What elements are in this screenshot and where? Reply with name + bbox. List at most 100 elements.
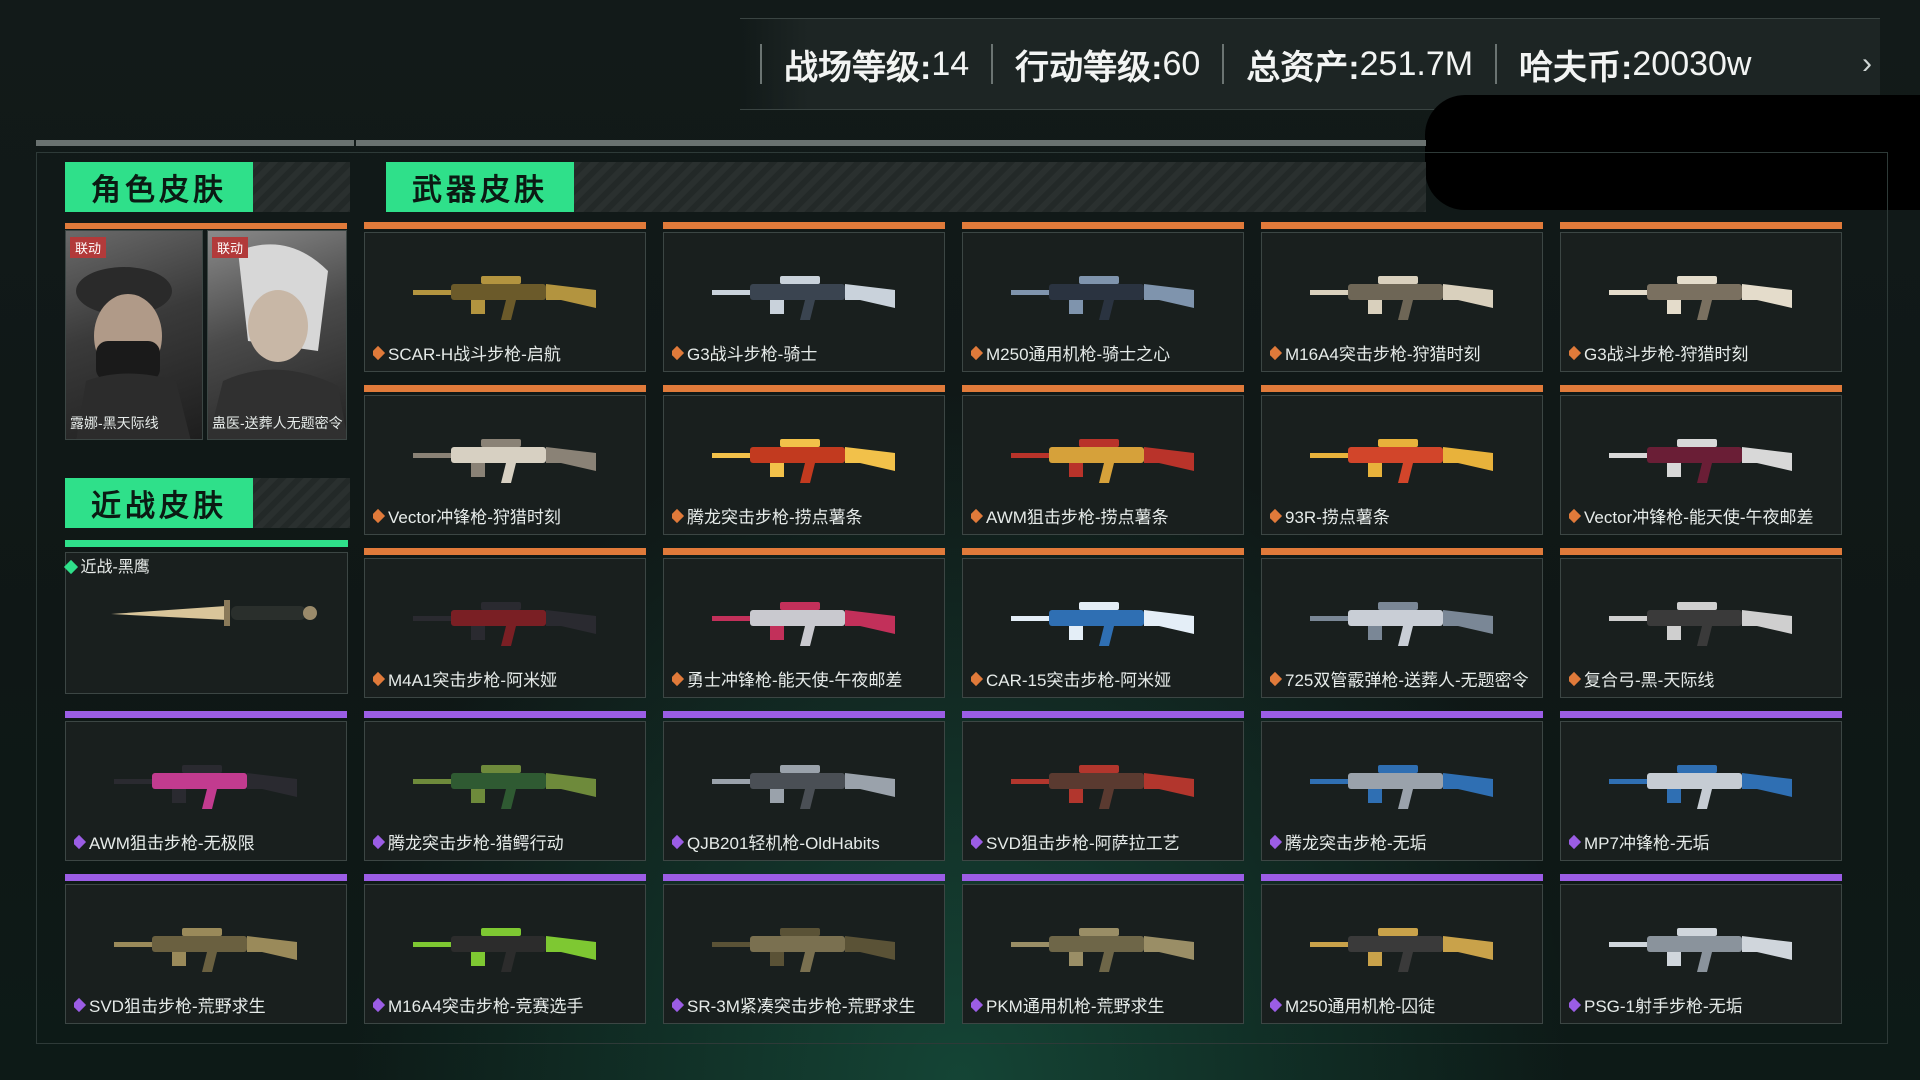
item-name: QJB201轻机枪-OldHabits bbox=[687, 834, 880, 853]
rarity-stripe bbox=[1261, 874, 1543, 881]
item-name: M250通用机枪-囚徒 bbox=[1285, 997, 1436, 1016]
stat-operation-level: 行动等级: 60 bbox=[991, 44, 1222, 87]
rarity-stripe bbox=[663, 222, 945, 229]
weapon-card[interactable]: M4A1突击步枪-阿米娅 bbox=[364, 558, 646, 698]
weapon-card[interactable]: QJB201轻机枪-OldHabits bbox=[663, 721, 945, 861]
item-name: 93R-捞点薯条 bbox=[1285, 508, 1390, 527]
item-name: M16A4突击步枪-狩猎时刻 bbox=[1285, 345, 1481, 364]
rarity-diamond-icon bbox=[971, 671, 984, 686]
weapon-image bbox=[1609, 928, 1792, 972]
weapon-image bbox=[1011, 276, 1194, 320]
weapon-card[interactable]: PKM通用机枪-荒野求生 bbox=[962, 884, 1244, 1024]
rarity-stripe bbox=[364, 711, 646, 718]
rarity-diamond-icon bbox=[1270, 345, 1283, 360]
weapon-image bbox=[1609, 602, 1792, 646]
character-card[interactable]: 联动 蛊医-送葬人无题密令 bbox=[207, 230, 347, 440]
weapon-card[interactable]: M16A4突击步枪-竞赛选手 bbox=[364, 884, 646, 1024]
rarity-diamond-icon bbox=[1270, 671, 1283, 686]
knife-image bbox=[111, 600, 317, 626]
melee-card[interactable]: 近战-黑鹰 bbox=[63, 552, 348, 694]
rarity-stripe bbox=[65, 711, 347, 718]
weapon-card[interactable]: M250通用机枪-骑士之心 bbox=[962, 232, 1244, 372]
weapon-image bbox=[712, 276, 895, 320]
rarity-diamond-icon bbox=[1270, 508, 1283, 523]
weapon-image bbox=[712, 928, 895, 972]
item-name: 勇士冲锋枪-能天使-午夜邮差 bbox=[687, 671, 903, 690]
rarity-diamond-icon bbox=[74, 834, 87, 849]
rarity-diamond-icon bbox=[373, 834, 386, 849]
weapon-image bbox=[1609, 439, 1792, 483]
weapon-card[interactable]: M16A4突击步枪-狩猎时刻 bbox=[1261, 232, 1543, 372]
rarity-diamond-icon bbox=[672, 834, 685, 849]
weapon-image bbox=[1310, 276, 1493, 320]
item-name: 近战-黑鹰 bbox=[80, 559, 150, 576]
weapon-card[interactable]: SVD狙击步枪-阿萨拉工艺 bbox=[962, 721, 1244, 861]
weapon-card[interactable]: 腾龙突击步枪-捞点薯条 bbox=[663, 395, 945, 535]
rarity-diamond-icon bbox=[672, 671, 685, 686]
item-name: 725双管霰弹枪-送葬人-无题密令 bbox=[1285, 671, 1529, 690]
item-name: 复合弓-黑-天际线 bbox=[1584, 671, 1715, 690]
weapon-card[interactable]: 腾龙突击步枪-猎鳄行动 bbox=[364, 721, 646, 861]
chevron-right-icon[interactable]: › bbox=[1862, 47, 1872, 81]
character-card[interactable]: 联动 露娜-黑天际线 bbox=[65, 230, 203, 440]
weapon-card[interactable]: AWM狙击步枪-捞点薯条 bbox=[962, 395, 1244, 535]
character-portrait bbox=[76, 267, 191, 439]
item-name: AWM狙击步枪-无极限 bbox=[89, 834, 255, 853]
weapon-card[interactable]: SCAR-H战斗步枪-启航 bbox=[364, 232, 646, 372]
rarity-stripe bbox=[65, 874, 347, 881]
item-name: G3战斗步枪-狩猎时刻 bbox=[1584, 345, 1749, 364]
collab-badge: 联动 bbox=[70, 237, 107, 258]
weapon-image bbox=[413, 276, 596, 320]
weapon-card[interactable]: 复合弓-黑-天际线 bbox=[1560, 558, 1842, 698]
weapon-card[interactable]: 腾龙突击步枪-无垢 bbox=[1261, 721, 1543, 861]
rarity-diamond-icon bbox=[672, 345, 685, 360]
weapon-card[interactable]: 725双管霰弹枪-送葬人-无题密令 bbox=[1261, 558, 1543, 698]
rarity-stripe bbox=[962, 548, 1244, 555]
weapon-card[interactable]: SVD狙击步枪-荒野求生 bbox=[65, 884, 347, 1024]
weapon-card[interactable]: 勇士冲锋枪-能天使-午夜邮差 bbox=[663, 558, 945, 698]
weapon-image bbox=[413, 439, 596, 483]
weapon-image bbox=[413, 928, 596, 972]
weapon-image bbox=[1310, 765, 1493, 809]
weapon-card[interactable]: AWM狙击步枪-无极限 bbox=[65, 721, 347, 861]
rarity-diamond-icon bbox=[63, 559, 79, 575]
weapon-card[interactable]: Vector冲锋枪-能天使-午夜邮差 bbox=[1560, 395, 1842, 535]
item-name: SCAR-H战斗步枪-启航 bbox=[388, 345, 561, 364]
divider bbox=[36, 140, 354, 146]
section-character-skins: 角色皮肤 bbox=[65, 162, 350, 212]
weapon-card[interactable]: G3战斗步枪-骑士 bbox=[663, 232, 945, 372]
weapon-card[interactable]: G3战斗步枪-狩猎时刻 bbox=[1560, 232, 1842, 372]
item-name: G3战斗步枪-骑士 bbox=[687, 345, 818, 364]
weapon-image bbox=[1609, 276, 1792, 320]
item-name: Vector冲锋枪-能天使-午夜邮差 bbox=[1584, 508, 1814, 527]
weapon-card[interactable]: MP7冲锋枪-无垢 bbox=[1560, 721, 1842, 861]
weapon-card[interactable]: CAR-15突击步枪-阿米娅 bbox=[962, 558, 1244, 698]
weapon-card[interactable]: M250通用机枪-囚徒 bbox=[1261, 884, 1543, 1024]
rarity-diamond-icon bbox=[1569, 508, 1582, 523]
item-name: M250通用机枪-骑士之心 bbox=[986, 345, 1171, 364]
rarity-diamond-icon bbox=[74, 997, 87, 1012]
rarity-stripe bbox=[962, 222, 1244, 229]
weapon-image bbox=[712, 602, 895, 646]
rarity-stripe bbox=[1261, 222, 1543, 229]
weapon-card[interactable]: Vector冲锋枪-狩猎时刻 bbox=[364, 395, 646, 535]
weapon-card[interactable]: PSG-1射手步枪-无垢 bbox=[1560, 884, 1842, 1024]
rarity-stripe bbox=[1560, 711, 1842, 718]
section-weapon-skins: 武器皮肤 bbox=[386, 162, 1426, 212]
rarity-stripe bbox=[962, 711, 1244, 718]
item-name: M4A1突击步枪-阿米娅 bbox=[388, 671, 558, 690]
item-name: Vector冲锋枪-狩猎时刻 bbox=[388, 508, 561, 527]
item-name: PKM通用机枪-荒野求生 bbox=[986, 997, 1165, 1016]
item-name: SVD狙击步枪-荒野求生 bbox=[89, 997, 266, 1016]
rarity-stripe bbox=[364, 222, 646, 229]
stat-battlefield-level: 战场等级: 14 bbox=[760, 44, 991, 87]
rarity-stripe bbox=[663, 385, 945, 392]
weapon-image bbox=[712, 439, 895, 483]
character-name: 露娜-黑天际线 bbox=[70, 415, 159, 431]
weapon-image bbox=[712, 765, 895, 809]
weapon-image bbox=[1011, 602, 1194, 646]
weapon-image bbox=[1310, 602, 1493, 646]
item-name: AWM狙击步枪-捞点薯条 bbox=[986, 508, 1169, 527]
weapon-card[interactable]: 93R-捞点薯条 bbox=[1261, 395, 1543, 535]
weapon-card[interactable]: SR-3M紧凑突击步枪-荒野求生 bbox=[663, 884, 945, 1024]
